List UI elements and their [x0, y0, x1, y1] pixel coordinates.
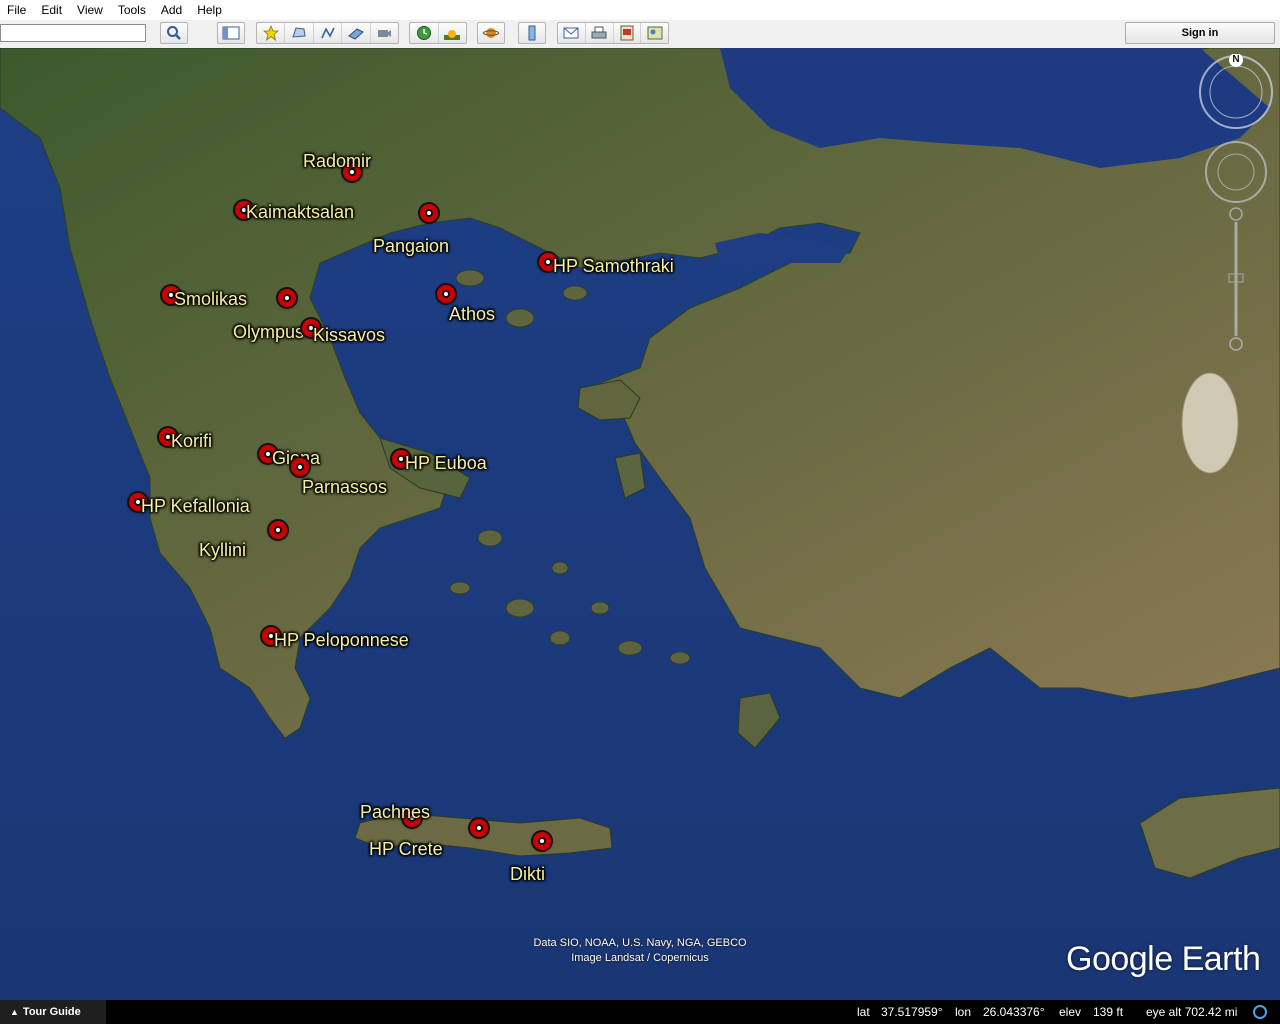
print-button[interactable] — [586, 23, 614, 43]
add-placemark-icon — [262, 25, 279, 41]
add-polygon-button[interactable] — [285, 23, 314, 43]
add-image-overlay-button[interactable] — [342, 23, 371, 43]
status-bar: ▲ Tour Guide lat 37.517959° lon 26.04337… — [0, 1000, 1280, 1024]
placemark-label-pangaion[interactable]: Pangaion — [373, 236, 449, 257]
switch-planet-button[interactable] — [477, 22, 505, 44]
eye-altitude: eye alt 702.42 mi — [1146, 1005, 1238, 1019]
email-icon — [563, 27, 579, 39]
search-button[interactable] — [160, 22, 188, 44]
switch-planet-icon — [483, 28, 499, 38]
sidebar-toggle-icon — [222, 26, 240, 40]
placemark-label-kaimaktsalan[interactable]: Kaimaktsalan — [246, 202, 354, 223]
attribution-data-line: Data SIO, NOAA, U.S. Navy, NGA, GEBCO — [533, 937, 747, 949]
placemark-label-hp-kefallonia[interactable]: HP Kefallonia — [141, 496, 250, 517]
placemark-pin[interactable] — [420, 204, 438, 222]
placemark-label-hp-samothraki[interactable]: HP Samothraki — [553, 256, 674, 277]
print-icon — [591, 26, 607, 39]
view-in-maps-button[interactable] — [641, 23, 668, 43]
navigation-controls: N — [1196, 53, 1276, 354]
tour-guide-button[interactable]: ▲ Tour Guide — [0, 1000, 106, 1024]
menu-help[interactable]: Help — [190, 3, 230, 17]
compass-north-label: N — [1232, 54, 1240, 65]
placemark-pin[interactable] — [269, 521, 287, 539]
add-polygon-icon — [292, 27, 306, 38]
email-button[interactable] — [558, 23, 586, 43]
search-icon — [167, 26, 181, 40]
look-joystick[interactable] — [1205, 141, 1267, 203]
add-image-overlay-icon — [348, 28, 364, 40]
chevron-up-icon: ▲ — [10, 1007, 19, 1017]
placemark-label-athos[interactable]: Athos — [449, 304, 495, 325]
historical-imagery-icon — [416, 26, 431, 40]
sunlight-button[interactable] — [439, 23, 467, 43]
save-image-button[interactable] — [614, 23, 642, 43]
menu-view[interactable]: View — [70, 3, 111, 17]
ruler-icon — [528, 25, 536, 41]
placemark-label-olympus[interactable]: Olympus — [233, 322, 304, 343]
view-tools-group — [409, 22, 467, 44]
placemark-pin[interactable] — [437, 285, 455, 303]
placemark-label-dikti[interactable]: Dikti — [510, 864, 545, 885]
placemark-label-hp-crete[interactable]: HP Crete — [369, 839, 443, 860]
view-in-maps-icon — [647, 26, 663, 40]
elev-value: 139 ft — [1093, 1005, 1124, 1019]
menu-edit[interactable]: Edit — [34, 3, 70, 17]
toolbar: Sign in — [0, 20, 1280, 49]
streaming-status-icon — [1253, 1005, 1267, 1019]
placemark-pin[interactable] — [533, 832, 551, 850]
elev-label: elev — [1059, 1005, 1082, 1019]
lon-label: lon — [955, 1005, 972, 1019]
menu-add[interactable]: Add — [154, 3, 190, 17]
lat-value: 37.517959° — [881, 1005, 943, 1019]
imagery-attribution: Data SIO, NOAA, U.S. Navy, NGA, GEBCO Im… — [460, 936, 820, 966]
tour-guide-label: Tour Guide — [22, 1006, 81, 1018]
placemark-label-kyllini[interactable]: Kyllini — [199, 540, 246, 561]
record-tour-button[interactable] — [371, 23, 398, 43]
share-tools-group — [557, 22, 669, 44]
placemark-label-korifi[interactable]: Korifi — [171, 431, 212, 452]
placemark-pin[interactable] — [278, 289, 296, 307]
placemark-label-radomir[interactable]: Radomir — [303, 151, 371, 172]
map-viewport[interactable]: Radomir Kaimaktsalan Pangaion HP Samothr… — [0, 48, 1280, 1000]
ruler-button[interactable] — [518, 22, 546, 44]
sunlight-icon — [444, 30, 461, 40]
placemark-label-kissavos[interactable]: Kissavos — [313, 325, 385, 346]
lon-value: 26.043376° — [983, 1005, 1045, 1019]
placemark-label-hp-peloponnese[interactable]: HP Peloponnese — [274, 630, 409, 651]
add-placemark-button[interactable] — [257, 23, 286, 43]
sign-in-button[interactable]: Sign in — [1125, 22, 1275, 44]
record-tour-icon — [378, 30, 392, 37]
add-path-icon — [320, 27, 335, 39]
placemark-pin[interactable] — [470, 819, 488, 837]
placemark-label-smolikas[interactable]: Smolikas — [174, 289, 247, 310]
search-input[interactable] — [0, 24, 146, 42]
google-earth-logo: Google Earth — [1066, 940, 1261, 978]
menu-file[interactable]: File — [0, 3, 34, 17]
save-image-icon — [620, 25, 634, 41]
add-tools-group — [256, 22, 399, 44]
sidebar-toggle-button[interactable] — [217, 22, 245, 44]
menu-tools[interactable]: Tools — [111, 3, 154, 17]
placemark-label-hp-euboa[interactable]: HP Euboa — [405, 453, 487, 474]
historical-imagery-button[interactable] — [410, 23, 439, 43]
placemark-pin[interactable] — [291, 458, 309, 476]
attribution-image-line: Image Landsat / Copernicus — [571, 952, 709, 964]
placemark-label-pachnes[interactable]: Pachnes — [360, 802, 430, 823]
lat-label: lat — [857, 1005, 870, 1019]
map-imagery — [0, 48, 1280, 1000]
add-path-button[interactable] — [314, 23, 343, 43]
menu-bar: File Edit View Tools Add Help — [0, 0, 1280, 20]
placemark-label-parnassos[interactable]: Parnassos — [302, 477, 387, 498]
zoom-slider[interactable] — [1228, 207, 1244, 351]
